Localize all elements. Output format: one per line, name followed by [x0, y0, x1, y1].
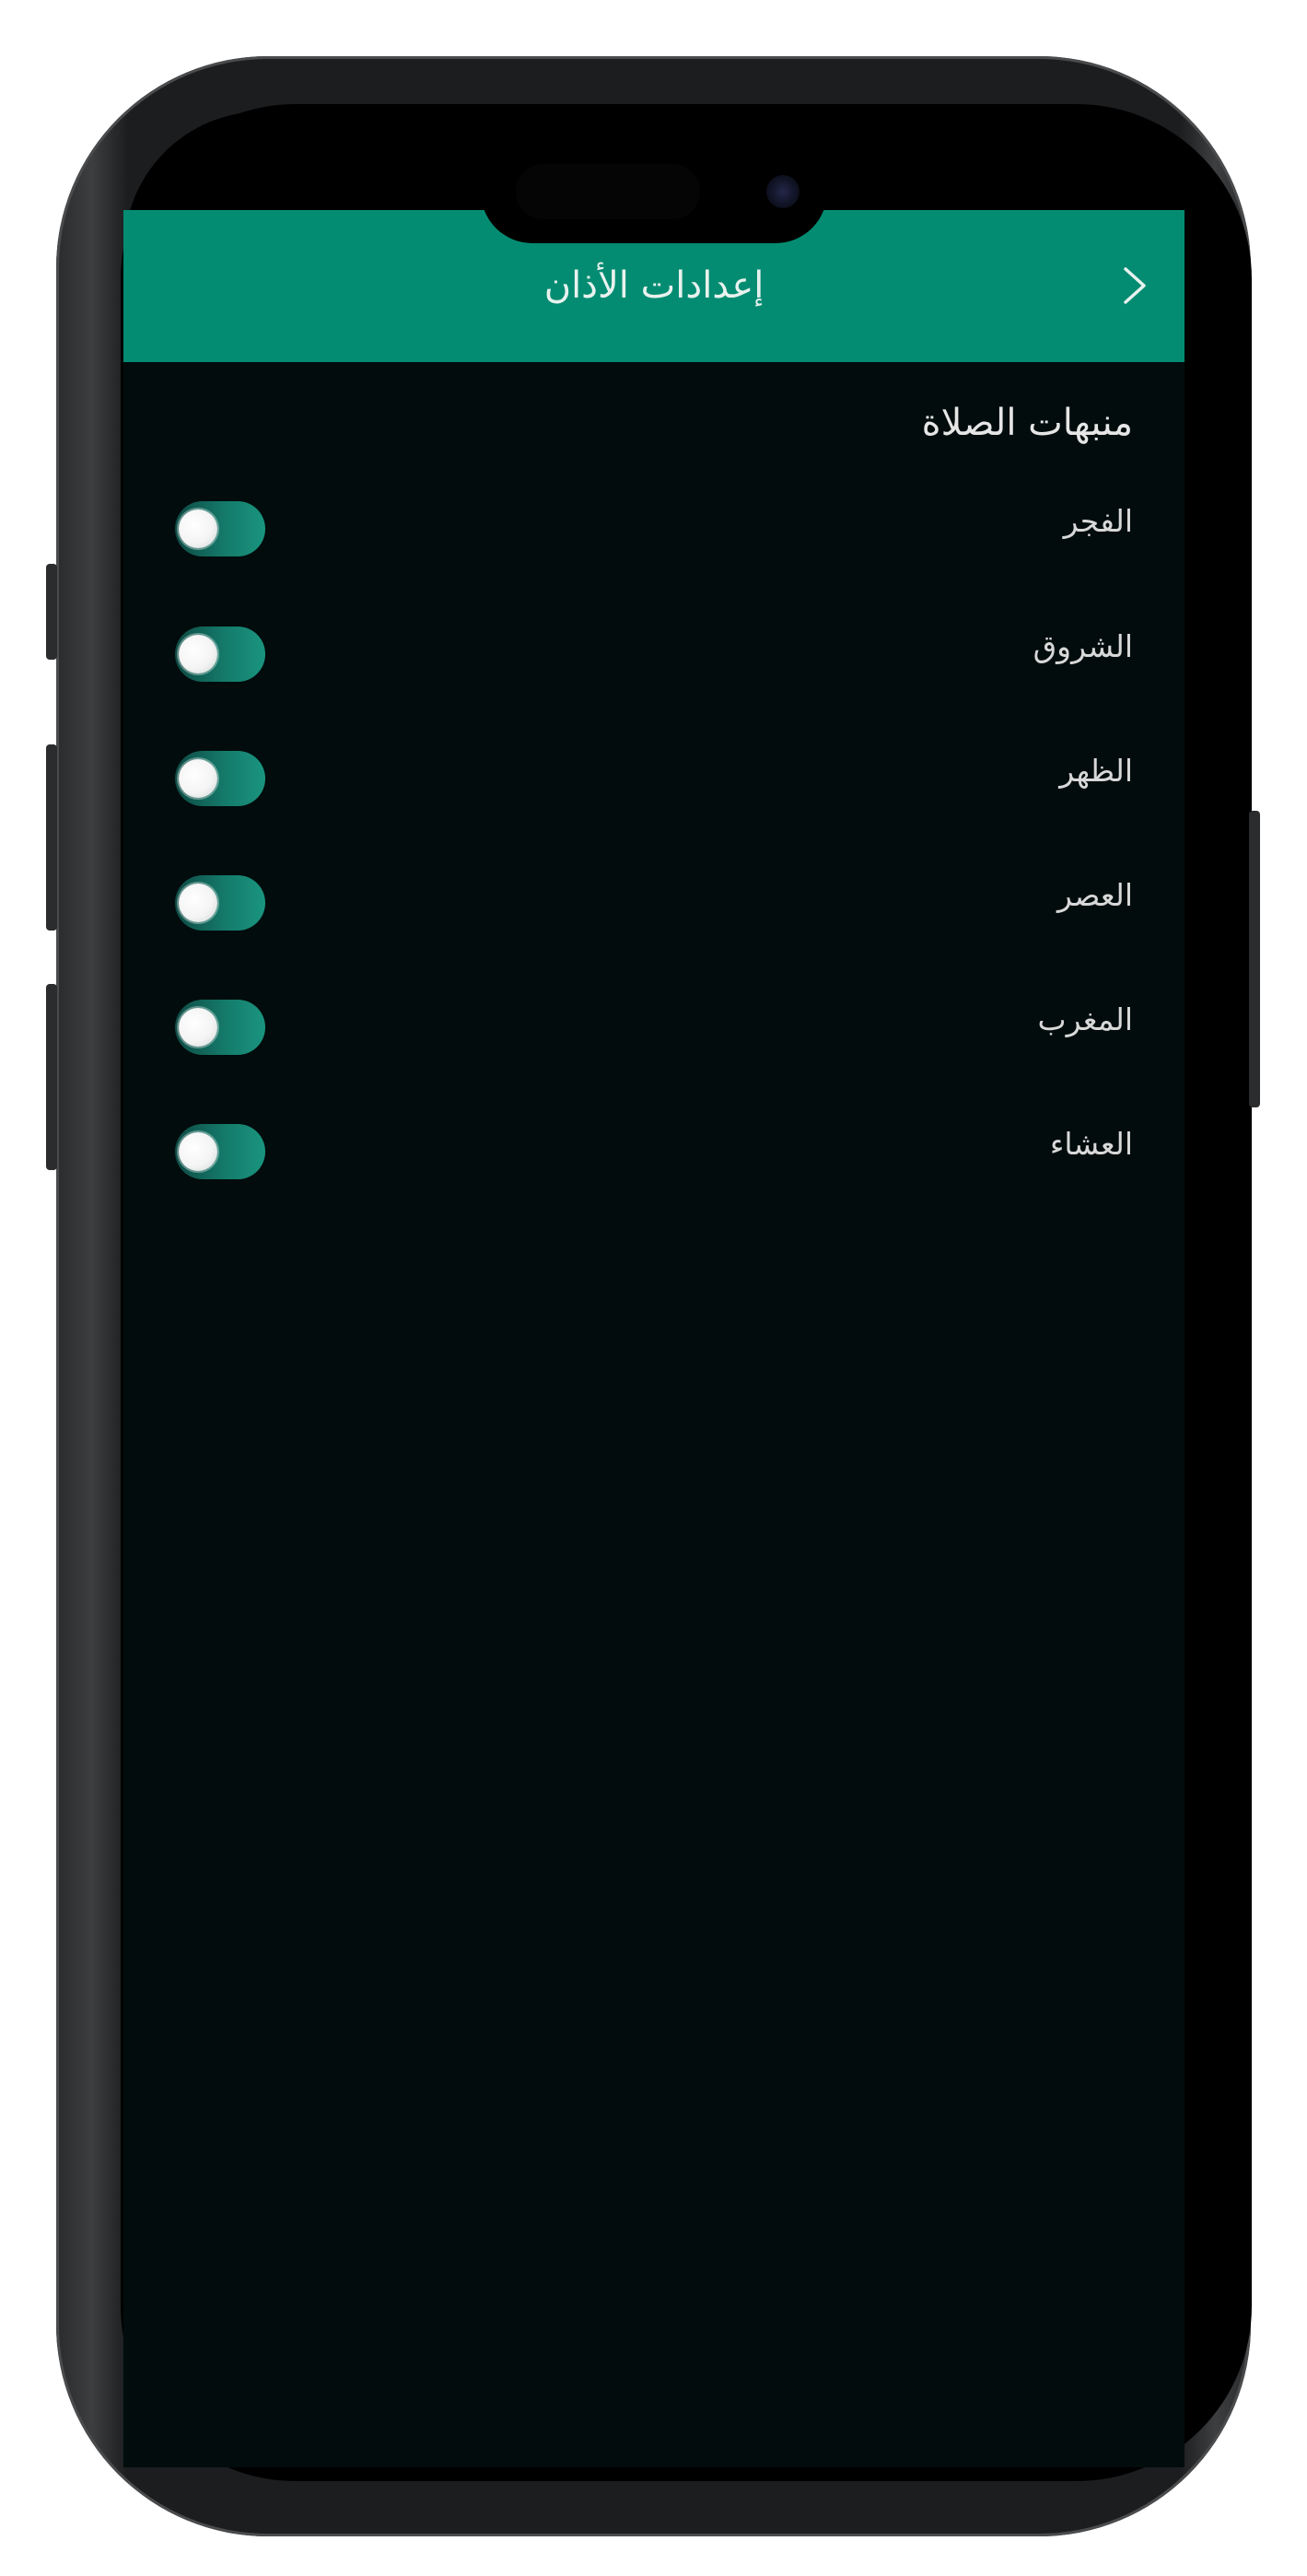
chevron-right-icon	[1124, 267, 1146, 304]
toggle-knob	[179, 509, 217, 548]
prayer-row-asr: العصر	[123, 868, 1184, 942]
power-button	[1249, 811, 1260, 1107]
isha-toggle[interactable]	[175, 1124, 265, 1179]
prayer-label: الفجر	[1063, 503, 1133, 539]
sensor-area	[516, 164, 700, 219]
volume-up-button	[46, 744, 57, 931]
fajr-toggle[interactable]	[175, 501, 265, 556]
toggle-knob	[179, 1008, 217, 1047]
prayer-row-fajr: الفجر	[123, 494, 1184, 568]
section-title: منبهات الصلاة	[921, 402, 1133, 444]
camera-icon	[766, 175, 799, 208]
prayer-row-dhuhr: الظهر	[123, 744, 1184, 817]
prayer-label: المغرب	[1037, 1001, 1134, 1037]
prayer-label: الظهر	[1059, 753, 1133, 789]
action-button	[46, 564, 57, 660]
prayer-label: العشاء	[1049, 1126, 1133, 1162]
dynamic-island	[481, 140, 827, 243]
toggle-knob	[179, 884, 217, 922]
prayer-label: الشروق	[1033, 628, 1133, 664]
app-screen: إعدادات الأذان منبهات الصلاة الفجر الشرو…	[123, 210, 1184, 2467]
dhuhr-toggle[interactable]	[175, 751, 265, 806]
back-button[interactable]	[1107, 258, 1162, 313]
toggle-knob	[179, 759, 217, 798]
asr-toggle[interactable]	[175, 875, 265, 931]
prayer-label: العصر	[1057, 877, 1133, 913]
sunrise-toggle[interactable]	[175, 626, 265, 682]
maghrib-toggle[interactable]	[175, 1000, 265, 1055]
prayer-row-maghrib: المغرب	[123, 992, 1184, 1066]
volume-down-button	[46, 984, 57, 1170]
toggle-knob	[179, 1132, 217, 1171]
prayer-row-isha: العشاء	[123, 1117, 1184, 1190]
toggle-knob	[179, 635, 217, 673]
prayer-row-sunrise: الشروق	[123, 619, 1184, 693]
